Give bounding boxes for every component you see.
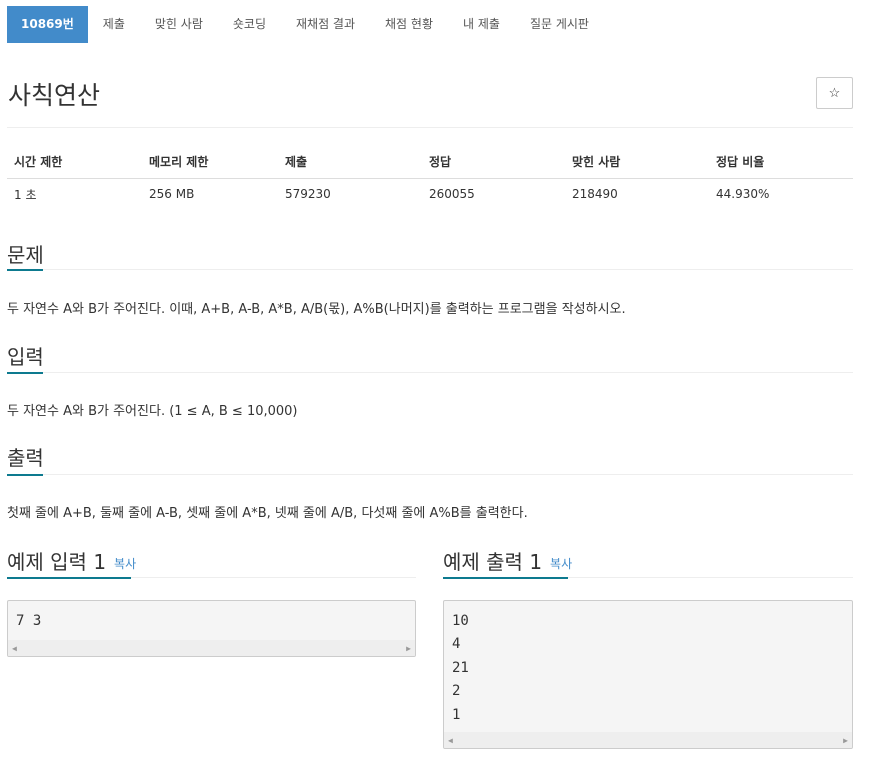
tab-solved-users[interactable]: 맞힌 사람 [140, 6, 218, 43]
input-underline [7, 372, 43, 374]
sample-input-title: 예제 입력 1 [7, 550, 107, 574]
header-submissions: 제출 [278, 146, 422, 179]
scroll-right-icon[interactable]: ▶ [843, 736, 848, 745]
output-text: 첫째 줄에 A+B, 둘째 줄에 A-B, 셋째 줄에 A*B, 넷째 줄에 A… [7, 506, 528, 521]
value-solved-users: 218490 [572, 187, 618, 202]
scroll-right-icon[interactable]: ▶ [406, 644, 411, 653]
output-underline [7, 474, 43, 476]
tab-question-board[interactable]: 질문 게시판 [515, 6, 604, 43]
header-accept-ratio: 정답 비율 [709, 146, 853, 179]
sample-output-underline [443, 577, 568, 579]
value-accept-ratio: 44.930% [716, 187, 770, 202]
header-memory-limit: 메모리 제한 [142, 146, 278, 179]
problem-info-table: 시간 제한 메모리 제한 제출 정답 맞힌 사람 정답 비율 1 초 256 M… [7, 146, 853, 210]
sample-output-text: 10 4 21 2 1 [452, 613, 469, 723]
sample-output-title: 예제 출력 1 [443, 550, 543, 574]
tab-submit[interactable]: 제출 [88, 6, 140, 43]
tab-short-coding[interactable]: 숏코딩 [218, 6, 281, 43]
title-divider [7, 127, 853, 128]
star-icon: ☆ [828, 85, 841, 100]
description-divider [7, 269, 853, 270]
scroll-left-icon[interactable]: ◀ [12, 644, 17, 653]
copy-sample-input-link[interactable]: 복사 [114, 557, 136, 571]
tab-my-submissions[interactable]: 내 제출 [448, 6, 515, 43]
output-divider [7, 474, 853, 475]
table-row: 1 초 256 MB 579230 260055 218490 44.930% [7, 178, 853, 210]
value-submissions: 579230 [285, 187, 331, 202]
sample-output-headline: 예제 출력 1 복사 [443, 546, 572, 575]
copy-sample-output-link[interactable]: 복사 [550, 557, 572, 571]
page-title: 사칙연산 [8, 81, 101, 110]
input-text: 두 자연수 A와 B가 주어진다. (1 ≤ A, B ≤ 10,000) [7, 404, 298, 419]
sample-output-scrollbar[interactable]: ◀ ▶ [444, 732, 852, 748]
table-header-row: 시간 제한 메모리 제한 제출 정답 맞힌 사람 정답 비율 [7, 146, 853, 179]
tab-rejudge-results[interactable]: 재채점 결과 [281, 6, 370, 43]
value-memory-limit: 256 MB [149, 187, 195, 202]
description-headline: 문제 [7, 243, 44, 267]
problem-tab-bar: 10869번 제출 맞힌 사람 숏코딩 재채점 결과 채점 현황 내 제출 질문… [7, 6, 604, 43]
output-headline: 출력 [7, 446, 44, 470]
value-accepted: 260055 [429, 187, 475, 202]
description-underline [7, 269, 43, 271]
input-divider [7, 372, 853, 373]
sample-output-box[interactable]: 10 4 21 2 1 ◀ ▶ [443, 600, 853, 749]
tab-problem[interactable]: 10869번 [7, 6, 88, 43]
input-headline: 입력 [7, 345, 44, 369]
sample-input-box[interactable]: 7 3 ◀ ▶ [7, 600, 416, 657]
tab-status[interactable]: 채점 현황 [370, 6, 448, 43]
header-time-limit: 시간 제한 [7, 146, 142, 179]
sample-input-scrollbar[interactable]: ◀ ▶ [8, 640, 415, 656]
description-text: 두 자연수 A와 B가 주어진다. 이때, A+B, A-B, A*B, A/B… [7, 302, 626, 317]
scroll-left-icon[interactable]: ◀ [448, 736, 453, 745]
favorite-button[interactable]: ☆ [816, 77, 853, 109]
sample-input-text: 7 3 [16, 613, 42, 629]
header-solved-users: 맞힌 사람 [565, 146, 709, 179]
value-time-limit: 1 초 [14, 187, 37, 202]
sample-input-underline [7, 577, 131, 579]
header-accepted: 정답 [422, 146, 565, 179]
sample-input-headline: 예제 입력 1 복사 [7, 546, 136, 575]
